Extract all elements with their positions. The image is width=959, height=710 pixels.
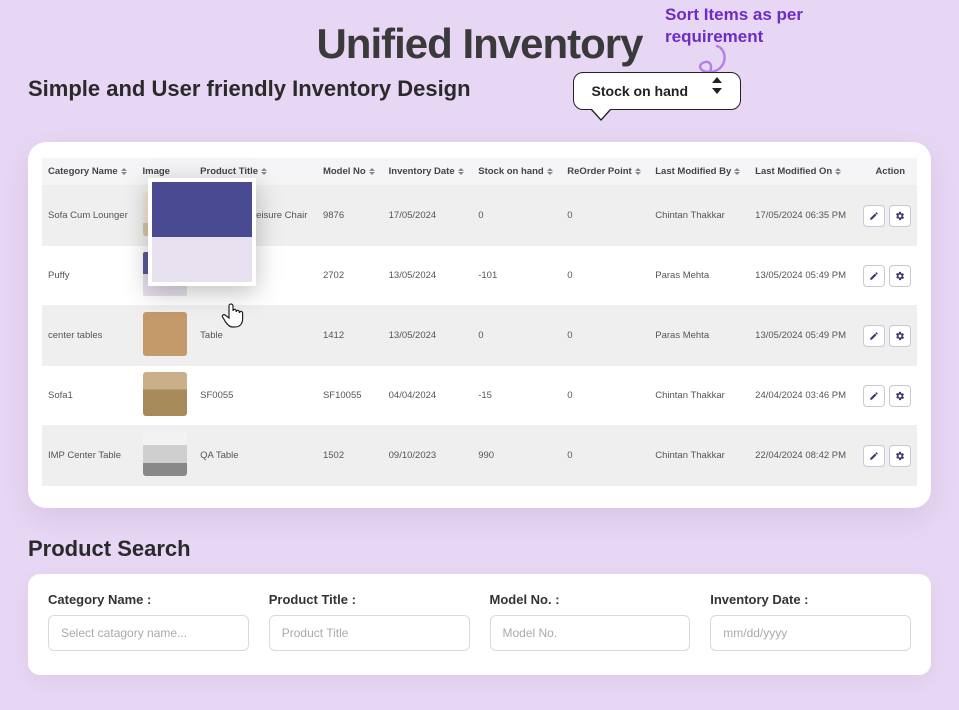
cell-last-by: Paras Mehta [649,246,749,306]
inventory-table-card: Category Name Image Product Title Model … [28,142,931,508]
product-search-heading: Product Search [28,536,931,562]
col-category[interactable]: Category Name [42,158,137,186]
cell-last-on: 22/04/2024 08:42 PM [749,426,855,486]
cell-category: Sofa Cum Lounger [42,186,137,246]
edit-button[interactable] [863,325,885,347]
cell-reorder: 0 [561,306,649,366]
product-thumb[interactable] [143,372,187,416]
sort-dropdown[interactable]: Stock on hand [573,72,741,110]
edit-button[interactable] [863,265,885,287]
table-row: IMP Center Table QA Table150209/10/202399… [42,426,917,486]
cell-stock: -15 [472,366,561,426]
cell-stock: -101 [472,246,561,306]
cell-category: Sofa1 [42,366,137,426]
col-inventory-date[interactable]: Inventory Date [383,158,473,186]
edit-button[interactable] [863,445,885,467]
cell-last-by: Chintan Thakkar [649,426,749,486]
cell-action [855,306,917,366]
cell-last-on: 24/04/2024 03:46 PM [749,366,855,426]
cell-action [855,186,917,246]
cell-last-on: 17/05/2024 06:35 PM [749,186,855,246]
col-stock[interactable]: Stock on hand [472,158,561,186]
cell-model-no: 1412 [317,306,383,366]
search-product-label: Product Title : [269,592,470,607]
cell-model-no: 1502 [317,426,383,486]
cursor-hand-icon [220,300,250,330]
table-row: Sofa1 SF0055SF1005504/04/2024-150Chintan … [42,366,917,426]
cell-image [137,366,195,426]
cell-inventory-date: 09/10/2023 [383,426,473,486]
col-model-no[interactable]: Model No [317,158,383,186]
search-product-input[interactable] [269,615,470,651]
cell-category: Puffy [42,246,137,306]
search-category-input[interactable] [48,615,249,651]
cell-inventory-date: 04/04/2024 [383,366,473,426]
cell-action [855,366,917,426]
col-last-by[interactable]: Last Modified By [649,158,749,186]
col-reorder[interactable]: ReOrder Point [561,158,649,186]
edit-button[interactable] [863,205,885,227]
cell-reorder: 0 [561,426,649,486]
cell-last-on: 13/05/2024 05:49 PM [749,246,855,306]
settings-button[interactable] [889,385,911,407]
cell-action [855,246,917,306]
cell-image [137,426,195,486]
search-date-label: Inventory Date : [710,592,911,607]
cell-inventory-date: 13/05/2024 [383,246,473,306]
settings-button[interactable] [889,325,911,347]
table-row: center tablesTable141213/05/202400Paras … [42,306,917,366]
col-last-on[interactable]: Last Modified On [749,158,855,186]
cell-inventory-date: 13/05/2024 [383,306,473,366]
cell-stock: 990 [472,426,561,486]
edit-button[interactable] [863,385,885,407]
search-date-input[interactable] [710,615,911,651]
cell-category: IMP Center Table [42,426,137,486]
sort-dropdown-label: Stock on hand [592,83,688,99]
cell-last-by: Paras Mehta [649,306,749,366]
cell-category: center tables [42,306,137,366]
cell-stock: 0 [472,306,561,366]
settings-button[interactable] [889,205,911,227]
product-search-card: Category Name : Product Title : Model No… [28,574,931,675]
settings-button[interactable] [889,265,911,287]
cell-product-title: SF0055 [194,366,317,426]
cell-product-title: Table [194,306,317,366]
cell-reorder: 0 [561,246,649,306]
cell-model-no: 2702 [317,246,383,306]
cell-reorder: 0 [561,366,649,426]
cell-reorder: 0 [561,186,649,246]
settings-button[interactable] [889,445,911,467]
cell-model-no: SF10055 [317,366,383,426]
cell-last-by: Chintan Thakkar [649,366,749,426]
sort-hint-line1: Sort Items as per [665,4,803,26]
cell-last-on: 13/05/2024 05:49 PM [749,306,855,366]
cell-image [137,306,195,366]
search-model-label: Model No. : [490,592,691,607]
search-model-input[interactable] [490,615,691,651]
cell-stock: 0 [472,186,561,246]
product-thumb[interactable] [143,312,187,356]
thumb-hover-preview [148,178,256,286]
cell-product-title: QA Table [194,426,317,486]
page-subtitle: Simple and User friendly Inventory Desig… [28,76,471,102]
col-action: Action [855,158,917,186]
cell-action [855,426,917,486]
cell-model-no: 9876 [317,186,383,246]
search-category-label: Category Name : [48,592,249,607]
sort-hint: Sort Items as per requirement [665,4,803,48]
cell-inventory-date: 17/05/2024 [383,186,473,246]
cell-last-by: Chintan Thakkar [649,186,749,246]
product-thumb[interactable] [143,432,187,476]
